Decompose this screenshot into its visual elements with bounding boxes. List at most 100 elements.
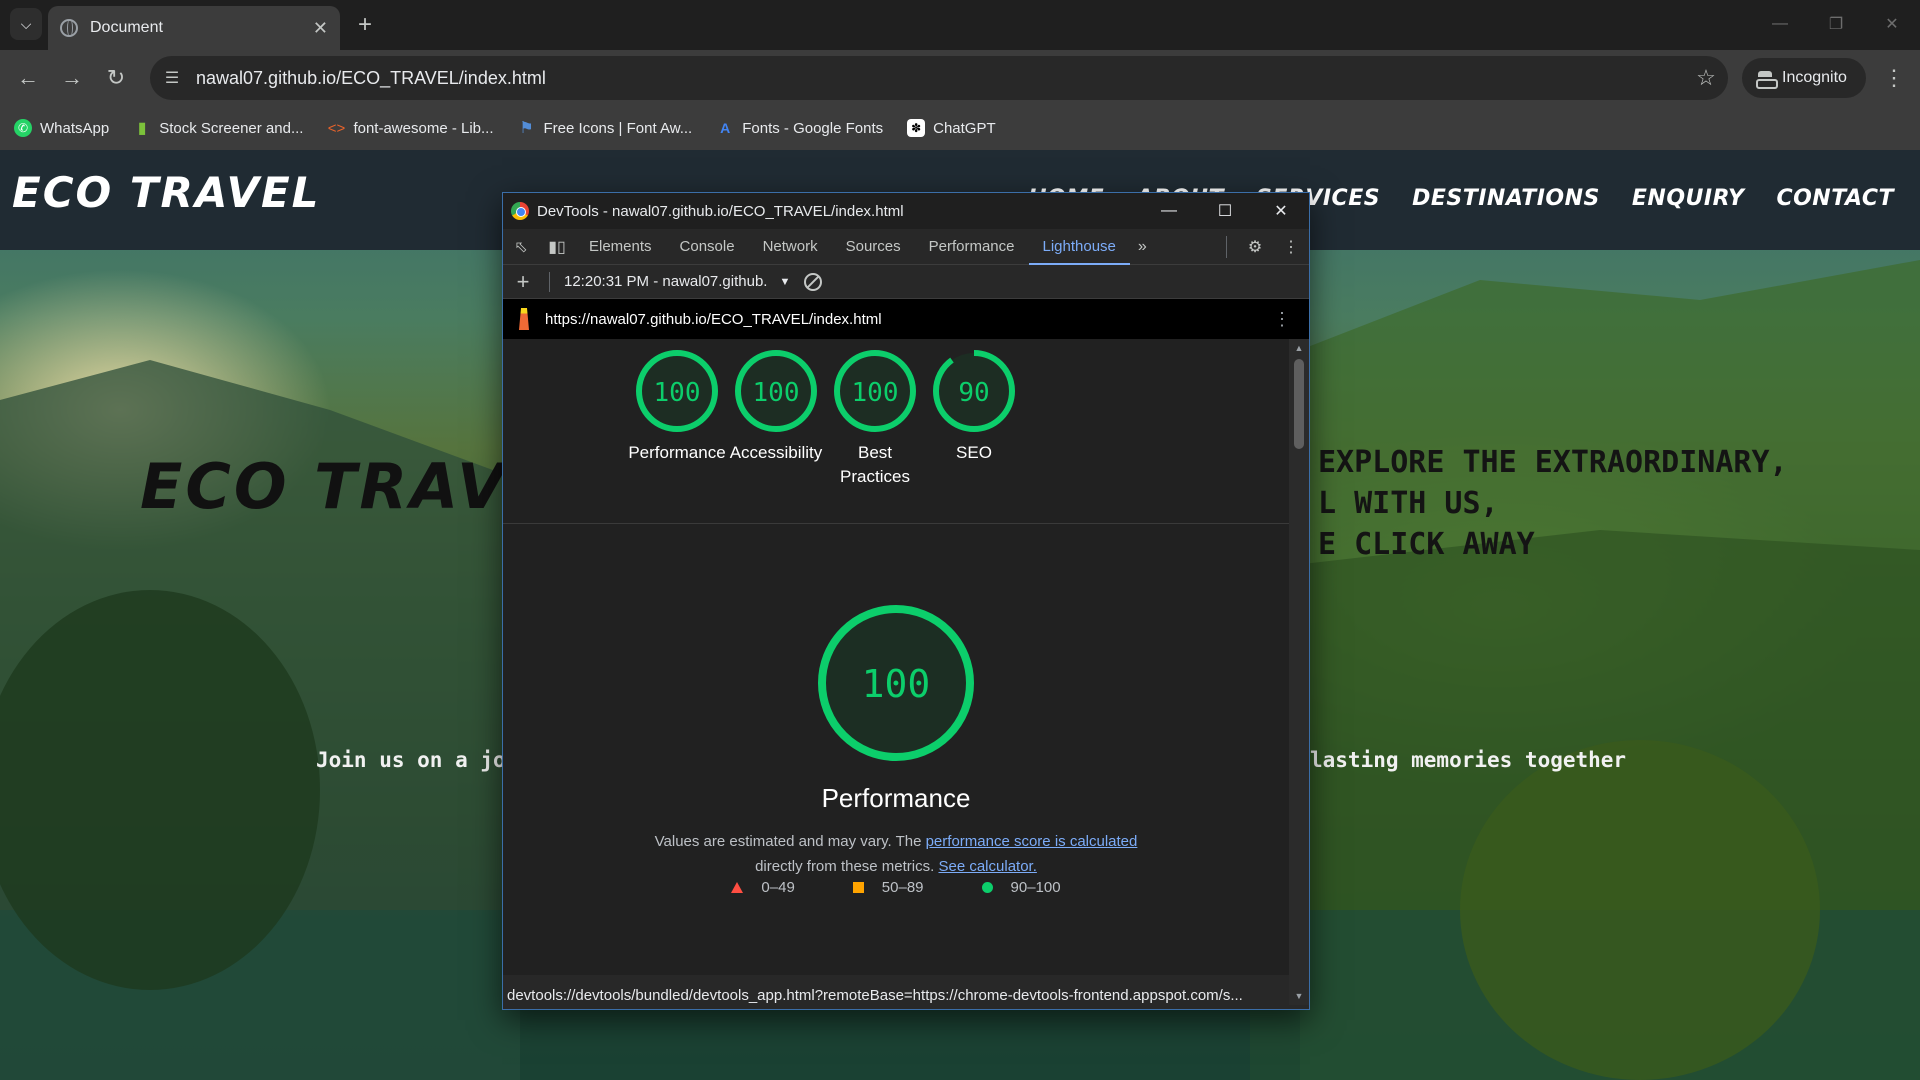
tab-sources[interactable]: Sources: [832, 229, 915, 265]
browser-toolbar: ← → ↻ ☰ nawal07.github.io/ECO_TRAVEL/ind…: [0, 50, 1920, 106]
tab-elements[interactable]: Elements: [575, 229, 666, 265]
bookmark-label: Free Icons | Font Aw...: [543, 119, 693, 137]
report-url[interactable]: https://nawal07.github.io/ECO_TRAVEL/ind…: [545, 311, 882, 328]
tab-network[interactable]: Network: [749, 229, 832, 265]
browser-tab[interactable]: Document ✕: [48, 6, 340, 50]
bookmark-star-icon[interactable]: ☆: [1684, 56, 1728, 100]
report-scrollbar[interactable]: ▲ ▼: [1289, 339, 1309, 1005]
gauge-ring: 100: [735, 350, 817, 432]
legend-range: 90–100: [1010, 879, 1061, 896]
bookmark-google-fonts[interactable]: A Fonts - Google Fonts: [716, 119, 883, 137]
red-triangle-icon: [731, 882, 744, 893]
toolbar-divider: [1226, 235, 1227, 258]
tab-lighthouse[interactable]: Lighthouse: [1028, 229, 1131, 265]
address-bar[interactable]: ☰ nawal07.github.io/ECO_TRAVEL/index.htm…: [150, 56, 1728, 100]
chevron-down-icon: ⌵: [20, 15, 32, 32]
devtools-window: DevTools - nawal07.github.io/ECO_TRAVEL/…: [502, 192, 1310, 1010]
tab-search-button[interactable]: ⌵: [10, 8, 42, 40]
score-calculated-link[interactable]: performance score is calculated: [926, 833, 1138, 850]
report-menu-icon[interactable]: ⋮: [1273, 309, 1291, 330]
hero-subtitle-right: lasting memories together: [1310, 748, 1627, 772]
address-url[interactable]: nawal07.github.io/ECO_TRAVEL/index.html: [196, 68, 1684, 89]
devtools-menu-icon[interactable]: ⋮: [1273, 229, 1309, 265]
hero-tagline-line: L WITH US,: [1318, 486, 1499, 521]
restore-button[interactable]: ❐: [1808, 0, 1864, 48]
close-tab-icon[interactable]: ✕: [313, 18, 328, 39]
forward-button[interactable]: →: [56, 62, 88, 94]
hero-subtitle-left: Join us on a jour: [316, 748, 531, 772]
scroll-up-arrow-icon[interactable]: ▲: [1293, 343, 1305, 353]
new-report-icon[interactable]: +: [511, 269, 535, 295]
devtools-status-url: devtools://devtools/bundled/devtools_app…: [503, 983, 1289, 1009]
bookmark-font-awesome-lib[interactable]: <> font-awesome - Lib...: [327, 119, 494, 137]
score-gauges: 100 Performance 100 Accessibility 100 Be…: [503, 349, 1289, 519]
incognito-badge[interactable]: Incognito: [1742, 58, 1866, 98]
section-divider: [503, 523, 1289, 524]
toolbar-divider: [549, 271, 550, 292]
bookmark-chatgpt[interactable]: ✽ ChatGPT: [907, 119, 996, 137]
legend-average: 50–89: [852, 879, 924, 896]
gauge-score: 100: [654, 378, 701, 408]
reload-button[interactable]: ↻: [100, 62, 132, 94]
score-legend: 0–49 50–89 90–100: [503, 879, 1289, 896]
tab-strip: ⌵ Document ✕ + — ❐ ✕: [0, 0, 1920, 50]
chrome-logo-icon: [511, 202, 529, 220]
clear-reports-icon[interactable]: [804, 272, 823, 291]
devtools-maximize-button[interactable]: ☐: [1197, 193, 1253, 229]
nav-enquiry[interactable]: ENQUIRY: [1632, 186, 1745, 211]
tab-performance[interactable]: Performance: [915, 229, 1029, 265]
nav-contact[interactable]: CONTACT: [1776, 186, 1894, 211]
orange-square-icon: [852, 882, 864, 893]
back-button[interactable]: ←: [12, 62, 44, 94]
legend-pass: 90–100: [981, 879, 1061, 896]
close-window-button[interactable]: ✕: [1864, 0, 1920, 48]
performance-heading: Performance: [821, 783, 971, 813]
nav-destinations[interactable]: DESTINATIONS: [1412, 186, 1600, 211]
green-circle-icon: [981, 882, 993, 893]
chatgpt-icon: ✽: [907, 119, 926, 137]
gauge-ring: 100: [834, 350, 916, 432]
bookmark-free-icons[interactable]: ⚑ Free Icons | Font Aw...: [518, 119, 693, 138]
site-logo[interactable]: ECO TRAVEL: [12, 168, 320, 217]
globe-icon: [60, 19, 78, 37]
settings-gear-icon[interactable]: ⚙: [1237, 229, 1273, 265]
desc-text: Values are estimated and may vary. The: [654, 833, 926, 850]
bookmark-stock-screener[interactable]: ▮ Stock Screener and...: [133, 119, 304, 138]
browser-menu-icon[interactable]: ⋮: [1878, 62, 1910, 94]
device-toolbar-icon[interactable]: ▮▯: [539, 229, 575, 265]
bookmark-label: font-awesome - Lib...: [353, 119, 494, 137]
bookmark-label: WhatsApp: [40, 119, 110, 137]
legend-range: 0–49: [761, 879, 795, 896]
gauge-ring: 100: [636, 350, 718, 432]
gauge-label: SEO: [956, 443, 992, 462]
report-selector-label: 12:20:31 PM - nawal07.github.: [564, 273, 768, 290]
window-controls: — ❐ ✕: [1752, 0, 1920, 48]
devtools-tab-bar: ⬁ ▮▯ Elements Console Network Sources Pe…: [503, 229, 1309, 265]
tab-title: Document: [90, 19, 163, 36]
devtools-window-title: DevTools - nawal07.github.io/ECO_TRAVEL/…: [537, 202, 904, 220]
see-calculator-link[interactable]: See calculator.: [938, 858, 1036, 875]
incognito-label: Incognito: [1782, 69, 1847, 86]
dropdown-arrow-icon: ▼: [779, 275, 791, 288]
bar-chart-icon: ▮: [137, 120, 147, 137]
new-tab-button[interactable]: +: [350, 10, 380, 40]
google-fonts-icon: A: [720, 120, 731, 136]
bookmark-label: ChatGPT: [933, 119, 996, 137]
tab-console[interactable]: Console: [666, 229, 749, 265]
report-selector[interactable]: 12:20:31 PM - nawal07.github. ▼: [564, 273, 790, 290]
gauge-seo[interactable]: 90 SEO: [914, 349, 1034, 465]
more-tabs-icon[interactable]: »: [1130, 238, 1155, 256]
devtools-close-button[interactable]: ✕: [1253, 193, 1309, 229]
inspect-element-icon[interactable]: ⬁: [503, 229, 539, 265]
lighthouse-icon: [515, 306, 533, 332]
scroll-down-arrow-icon[interactable]: ▼: [1293, 991, 1305, 1001]
scrollbar-thumb[interactable]: [1294, 359, 1304, 449]
bookmark-label: Stock Screener and...: [159, 119, 304, 137]
bookmark-whatsapp[interactable]: ✆ WhatsApp: [14, 119, 109, 137]
minimize-button[interactable]: —: [1752, 0, 1808, 48]
devtools-minimize-button[interactable]: —: [1141, 193, 1197, 229]
site-info-icon[interactable]: ☰: [150, 56, 194, 100]
legend-fail: 0–49: [731, 879, 795, 896]
incognito-icon: [1756, 71, 1778, 89]
main-gauge-score: 100: [862, 662, 931, 706]
